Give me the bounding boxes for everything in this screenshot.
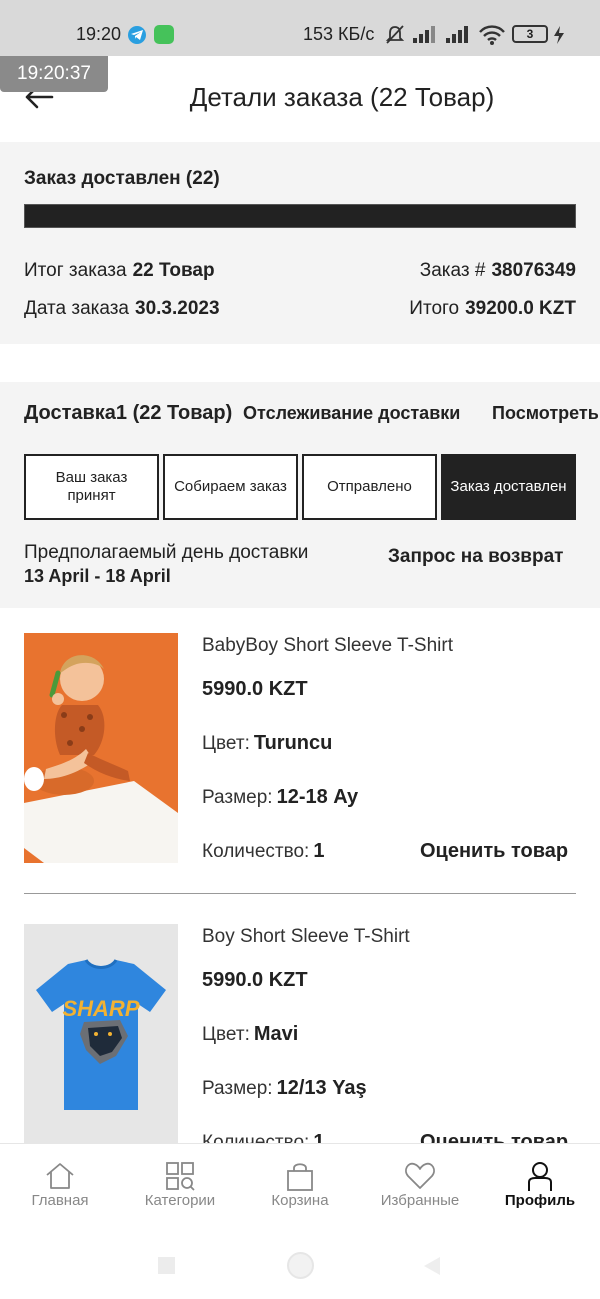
charging-icon [554, 26, 564, 44]
order-item: BabyBoy Short Sleeve T-Shirt 5990.0 KZT … [0, 633, 600, 893]
shirt-print-text: SHARP [62, 996, 139, 1021]
categories-icon [166, 1162, 195, 1191]
product-image[interactable] [24, 633, 178, 863]
app-notification-icon [154, 25, 174, 44]
section-gap [0, 344, 600, 382]
product-size: Размер: 12-18 Ay [202, 786, 358, 809]
quantity-label: Количество: [202, 841, 310, 862]
order-summary: Заказ доставлен (22) Итог заказа 22 Товар… [0, 142, 600, 344]
order-total-label: Итог заказа [24, 260, 127, 281]
network-speed: 153 КБ/с [303, 24, 375, 44]
order-date-value: 30.3.2023 [135, 298, 220, 319]
color-value: Mavi [253, 1023, 299, 1045]
order-sum-label: Итого [409, 298, 460, 319]
view-link[interactable]: Посмотреть [492, 403, 599, 424]
delivery-steps: Ваш заказ принят Собираем заказ Отправле… [24, 454, 576, 520]
delivery-section: Доставка1 (22 Товар) Отслеживание достав… [0, 382, 600, 608]
system-navigation-bar [0, 1227, 600, 1299]
nav-item-categories[interactable]: Категории [120, 1144, 240, 1228]
order-number-field: Заказ #38076349 [420, 260, 576, 282]
heart-icon [405, 1162, 435, 1189]
progress-fill [25, 205, 575, 227]
profile-icon [528, 1162, 552, 1191]
step-order-accepted: Ваш заказ принят [24, 454, 159, 520]
bag-icon [287, 1163, 313, 1191]
eta-range: 13 April - 18 April [24, 566, 171, 586]
signal-icon [413, 26, 435, 43]
product-image[interactable]: SHARP [24, 924, 178, 1143]
product-color: Цвет: Turuncu [202, 732, 332, 755]
order-date-label: Дата заказа [24, 298, 129, 319]
color-label: Цвет: [202, 1024, 250, 1045]
quantity-value: 1 [313, 840, 325, 862]
size-value: 12/13 Yaş [276, 1077, 367, 1099]
mute-icon [385, 25, 405, 44]
product-name[interactable]: Boy Short Sleeve T-Shirt [202, 926, 410, 948]
delivery-progress-bar [24, 204, 576, 228]
size-value: 12-18 Ay [276, 786, 359, 808]
nav-item-profile[interactable]: Профиль [480, 1144, 600, 1228]
order-number-value: 38076349 [491, 260, 576, 281]
product-color: Цвет: Mavi [202, 1023, 298, 1046]
return-request-button[interactable]: Запрос на возврат [388, 546, 563, 568]
product-price: 5990.0 KZT [202, 969, 308, 991]
product-size: Размер: 12/13 Yaş [202, 1077, 367, 1100]
product-price: 5990.0 KZT [202, 678, 308, 700]
nav-label-favorites: Избранные [380, 1192, 460, 1209]
order-status: Заказ доставлен (22) [24, 168, 220, 189]
nav-item-favorites[interactable]: Избранные [360, 1144, 480, 1228]
nav-label-profile: Профиль [504, 1192, 576, 1209]
order-date-field: Дата заказа 30.3.2023 [24, 298, 220, 320]
quantity-value: 1 [313, 1131, 325, 1143]
order-total-value: 22 Товар [132, 260, 215, 281]
nav-label-categories: Категории [144, 1192, 216, 1209]
home-button[interactable] [287, 1252, 314, 1279]
color-label: Цвет: [202, 733, 250, 754]
track-delivery-link[interactable]: Отслеживание доставки [243, 403, 460, 424]
step-shipped: Отправлено [302, 454, 437, 520]
telegram-icon [128, 26, 146, 44]
back-nav-icon[interactable] [422, 1256, 442, 1276]
status-bar: 19:20 153 КБ/с 3 [0, 0, 600, 56]
order-number-label: Заказ # [419, 260, 486, 281]
size-label: Размер: [202, 787, 273, 808]
order-sum-value: 39200.0 KZT [465, 298, 576, 319]
home-icon [46, 1163, 74, 1189]
quantity-label: Количество: [202, 1132, 310, 1143]
step-delivered: Заказ доставлен [441, 454, 576, 520]
nav-item-home[interactable]: Главная [0, 1144, 120, 1228]
product-quantity: Количество: 1 [202, 1131, 324, 1143]
eta-label: Предполагаемый день доставки [24, 542, 309, 563]
delivery-title: Доставка1 (22 Товар) [24, 402, 233, 424]
status-time: 19:20 [76, 24, 122, 44]
product-quantity: Количество: 1 [202, 840, 324, 863]
product-name[interactable]: BabyBoy Short Sleeve T-Shirt [202, 635, 453, 657]
size-label: Размер: [202, 1078, 273, 1099]
order-item: SHARP Boy Short Sleeve T-Shirt 5990.0 KZ… [0, 924, 600, 1143]
battery-icon: 3 [512, 25, 548, 43]
item-divider [24, 893, 576, 894]
color-value: Turuncu [253, 732, 333, 754]
rate-product-button[interactable]: Оценить товар [420, 840, 568, 863]
order-sum-field: Итого 39200.0 KZT [409, 298, 576, 320]
bottom-navigation: Главная Категории Корзина Избранные Проф… [0, 1143, 600, 1227]
recents-button[interactable] [158, 1257, 175, 1274]
rate-product-button[interactable]: Оценить товар [420, 1131, 568, 1143]
wifi-icon [479, 25, 505, 45]
clock-overlay: 19:20:37 [0, 56, 108, 92]
nav-item-cart[interactable]: Корзина [240, 1144, 360, 1228]
nav-label-home: Главная [31, 1192, 89, 1209]
nav-label-cart: Корзина [271, 1192, 329, 1209]
order-total-field: Итог заказа 22 Товар [24, 260, 215, 282]
signal-icon-2 [446, 26, 468, 43]
step-assembling: Собираем заказ [163, 454, 298, 520]
